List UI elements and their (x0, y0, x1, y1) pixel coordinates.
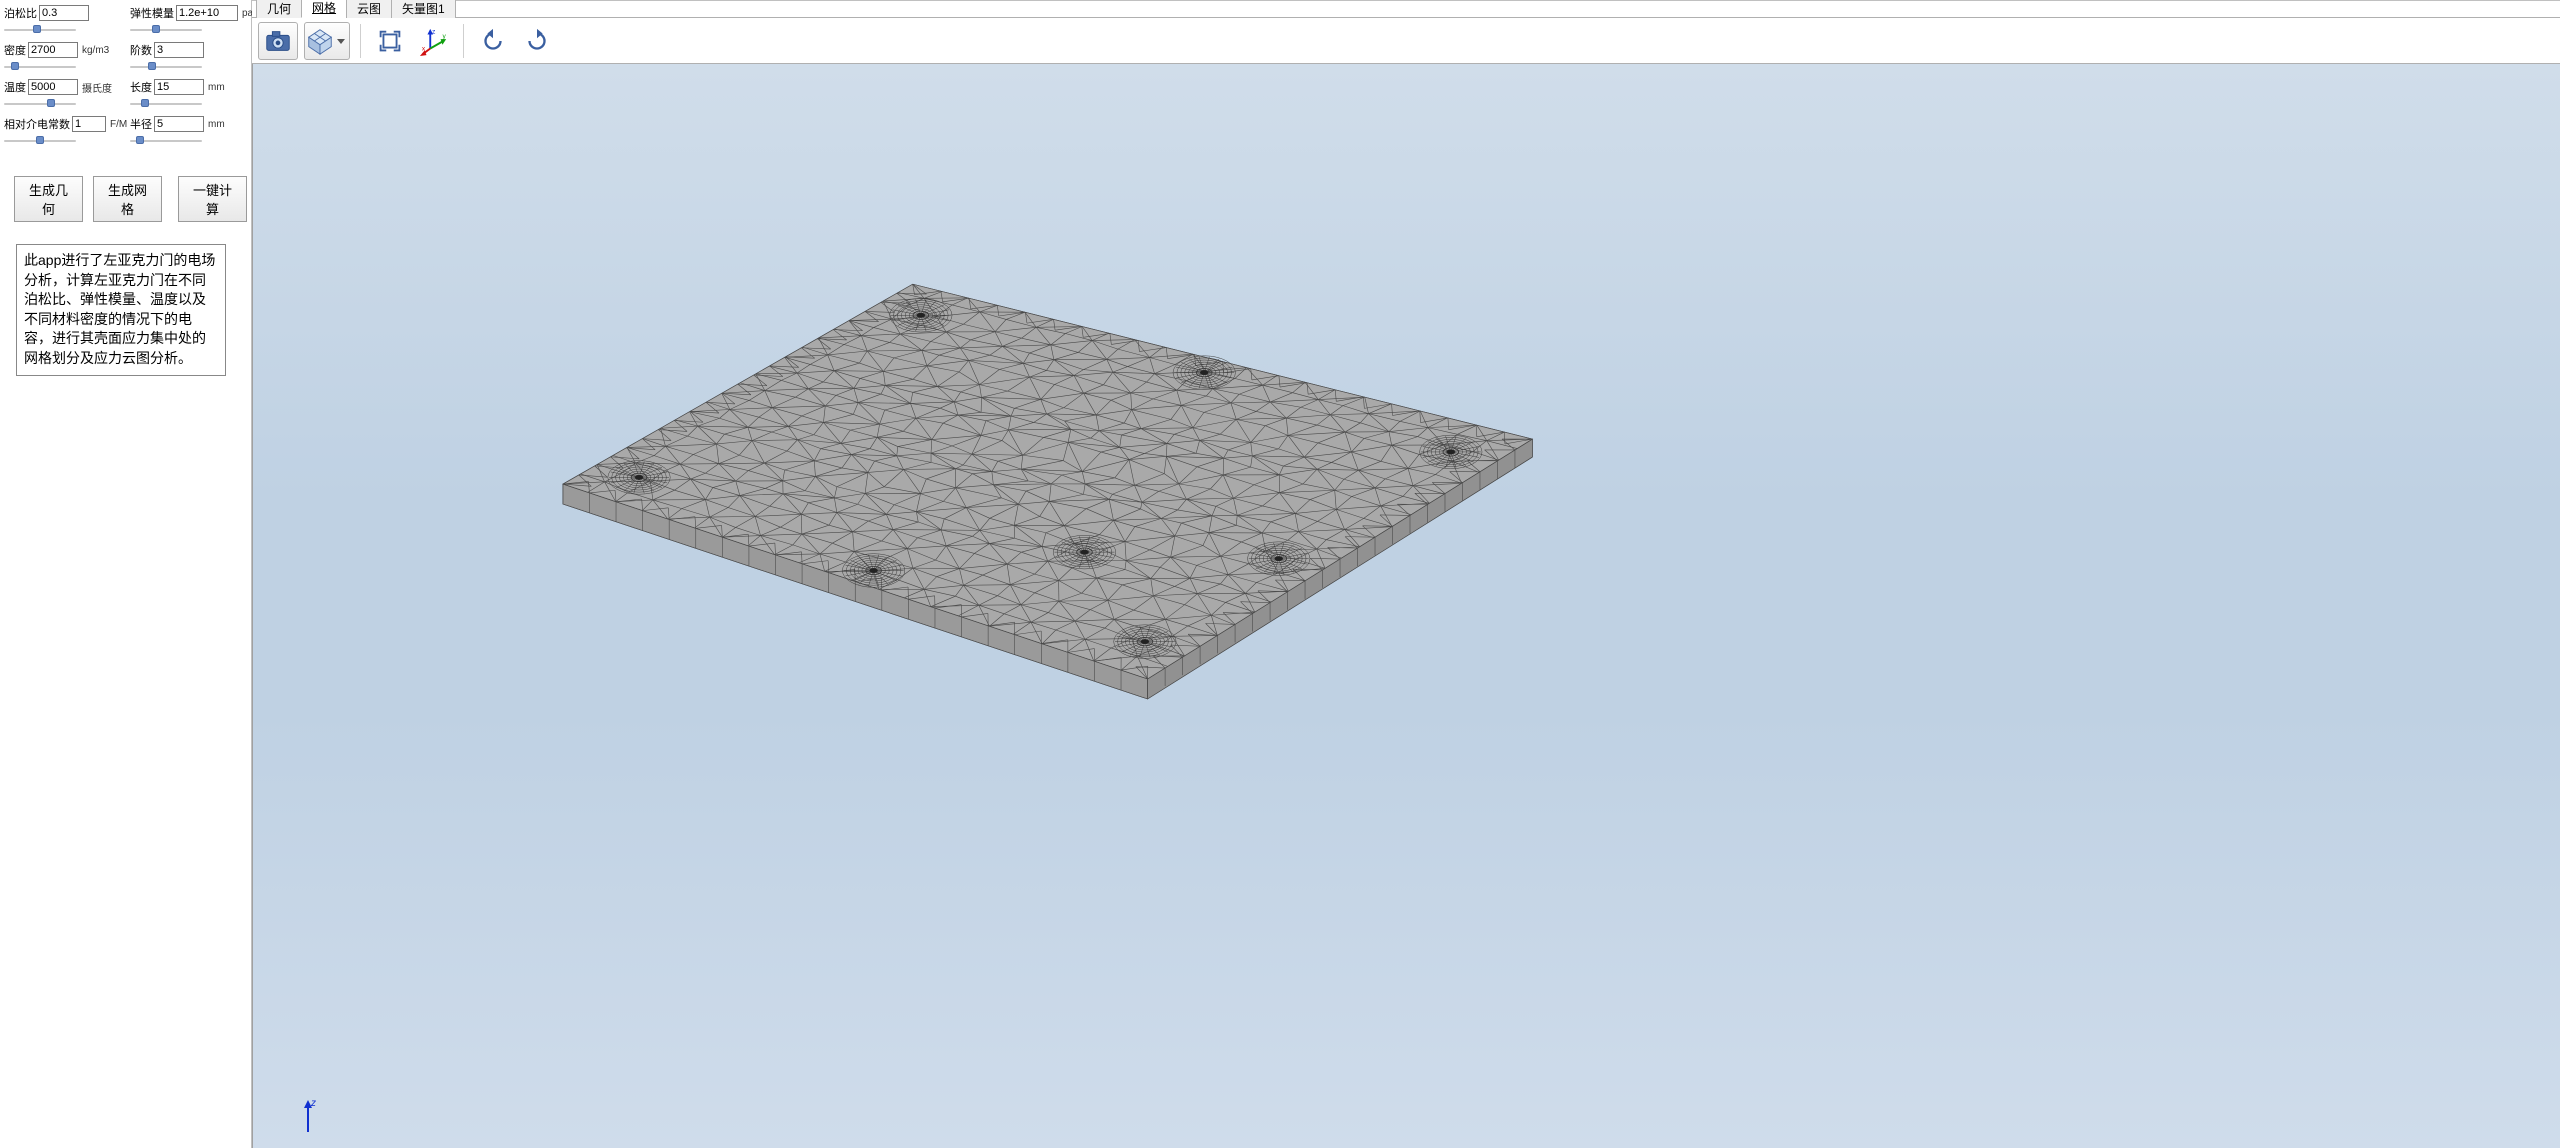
cube-grid-icon (305, 26, 335, 56)
permittivity-label: 相对介电常数 (4, 116, 70, 132)
axis-z-label: z (310, 1098, 316, 1109)
poisson-label: 泊松比 (4, 5, 37, 21)
compute-button[interactable]: 一键计算 (178, 176, 247, 222)
screenshot-button[interactable] (258, 22, 298, 60)
viewport-axis-triad: z (298, 1098, 340, 1143)
rotate-ccw-button[interactable] (474, 22, 512, 60)
toolbar-separator-2 (463, 24, 464, 58)
temp-slider[interactable] (4, 97, 76, 111)
length-slider[interactable] (130, 97, 202, 111)
radius-input[interactable] (154, 116, 204, 132)
temp-unit: 摄氏度 (82, 80, 112, 95)
param-elastic: 弹性模量 pa (130, 4, 256, 37)
order-input[interactable] (154, 42, 204, 58)
radius-slider[interactable] (130, 134, 202, 148)
graphics-area: 几何 网格 云图 矢量图1 (252, 0, 2560, 1148)
poisson-slider[interactable] (4, 23, 76, 37)
axes-xyz-icon: z y x (419, 26, 449, 56)
3d-viewport[interactable]: z (252, 64, 2560, 1148)
density-slider[interactable] (4, 60, 76, 74)
length-label: 长度 (130, 79, 152, 95)
param-order: 阶数 (130, 41, 256, 74)
order-label: 阶数 (130, 42, 152, 58)
tab-geometry[interactable]: 几何 (256, 0, 301, 18)
elastic-slider[interactable] (130, 23, 202, 37)
mesh-render (253, 64, 2560, 1148)
permittivity-unit: F/M (110, 119, 127, 130)
transparency-split-button[interactable] (304, 22, 350, 60)
param-permittivity: 相对介电常数 F/M (4, 115, 130, 148)
description-box: 此app进行了左亚克力门的电场分析，计算左亚克力门在不同泊松比、弹性模量、温度以… (16, 244, 226, 376)
rotate-cw-icon (522, 26, 552, 56)
elastic-input[interactable] (176, 5, 238, 21)
parameter-grid: 泊松比 弹性模量 pa 密度 kg/m3 阶数 (4, 4, 247, 148)
param-radius: 半径 mm (130, 115, 256, 148)
param-length: 长度 mm (130, 78, 256, 111)
radius-label: 半径 (130, 116, 152, 132)
param-poisson: 泊松比 (4, 4, 130, 37)
order-slider[interactable] (130, 60, 202, 74)
generate-geometry-button[interactable]: 生成几何 (14, 176, 83, 222)
density-label: 密度 (4, 42, 26, 58)
rotate-cw-button[interactable] (518, 22, 556, 60)
permittivity-slider[interactable] (4, 134, 76, 148)
graphics-toolbar: z y x (252, 18, 2560, 64)
length-input[interactable] (154, 79, 204, 95)
tab-mesh[interactable]: 网格 (301, 0, 346, 18)
zoom-extents-button[interactable] (371, 22, 409, 60)
param-temp: 温度 摄氏度 (4, 78, 130, 111)
density-input[interactable] (28, 42, 78, 58)
radius-unit: mm (208, 119, 225, 130)
tab-cloud[interactable]: 云图 (346, 0, 391, 18)
temp-input[interactable] (28, 79, 78, 95)
length-unit: mm (208, 82, 225, 93)
zoom-extents-icon (375, 26, 405, 56)
elastic-label: 弹性模量 (130, 5, 174, 21)
action-button-row: 生成几何 生成网格 一键计算 (4, 176, 247, 222)
camera-icon (263, 26, 293, 56)
tab-vector[interactable]: 矢量图1 (391, 0, 456, 18)
toolbar-separator-1 (360, 24, 361, 58)
param-density: 密度 kg/m3 (4, 41, 130, 74)
temp-label: 温度 (4, 79, 26, 95)
generate-mesh-button[interactable]: 生成网格 (93, 176, 162, 222)
permittivity-input[interactable] (72, 116, 106, 132)
density-unit: kg/m3 (82, 45, 109, 56)
svg-text:z: z (432, 28, 435, 35)
poisson-input[interactable] (39, 5, 89, 21)
view-tabs: 几何 网格 云图 矢量图1 (252, 1, 2560, 18)
axis-triad-icon: z (298, 1098, 340, 1140)
rotate-ccw-icon (478, 26, 508, 56)
axis-triad-button[interactable]: z y x (415, 22, 453, 60)
parameter-panel: 泊松比 弹性模量 pa 密度 kg/m3 阶数 (0, 0, 252, 1148)
